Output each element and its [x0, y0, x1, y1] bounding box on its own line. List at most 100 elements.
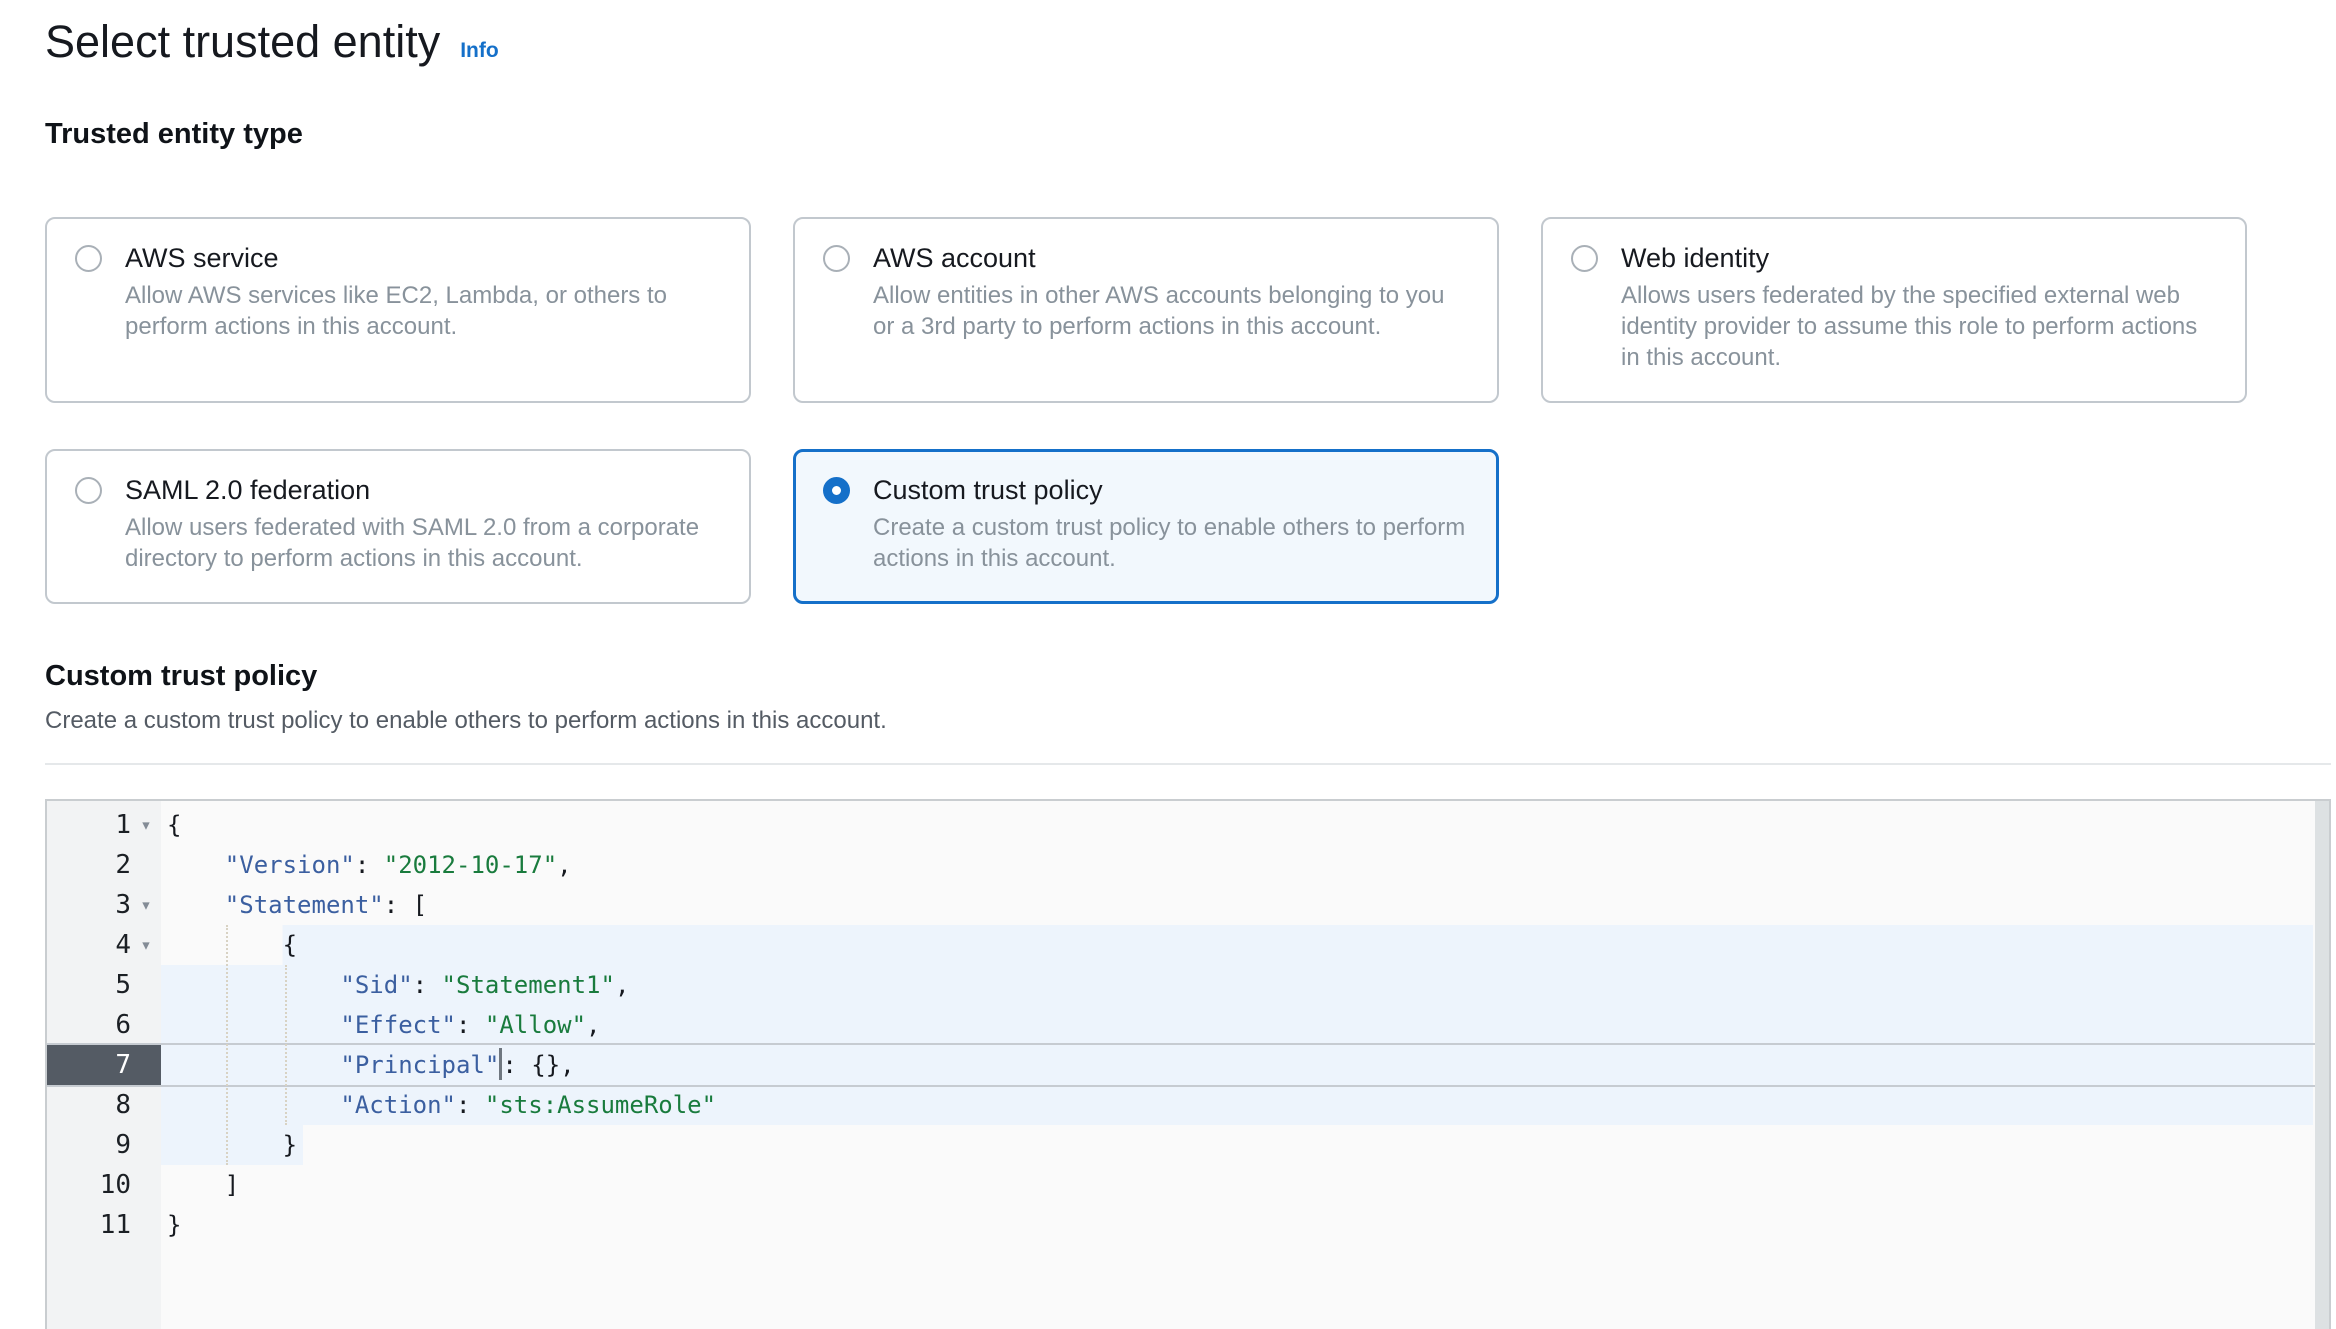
trusted-entity-type-heading: Trusted entity type: [45, 118, 2336, 151]
gutter-line-4: 4▾: [47, 925, 161, 965]
code-text: }: [161, 1125, 2313, 1165]
trusted-entity-card-saml-federation[interactable]: SAML 2.0 federation Allow users federate…: [45, 449, 751, 604]
trusted-entity-card-web-identity[interactable]: Web identity Allows users federated by t…: [1541, 217, 2247, 403]
code-text: {: [161, 805, 2313, 845]
json-string: "2012-10-17": [384, 851, 557, 879]
json-punctuation: :: [413, 971, 442, 999]
fold-toggle-icon[interactable]: ▾: [131, 805, 161, 845]
editor-line-10[interactable]: 10 ]: [47, 1165, 2329, 1205]
card-label: AWS service: [125, 243, 279, 274]
editor-line-7[interactable]: 7 "Principal": {},: [47, 1045, 2329, 1085]
trusted-entity-card-custom-trust-policy[interactable]: Custom trust policy Create a custom trus…: [793, 449, 1499, 604]
json-string: "sts:AssumeRole": [485, 1091, 716, 1119]
code-text: "Principal": {},: [161, 1045, 2313, 1085]
line-number: 3: [115, 885, 131, 925]
code-text: "Statement": [: [161, 885, 2313, 925]
editor-line-9[interactable]: 9 }: [47, 1125, 2329, 1165]
line-number: 2: [115, 845, 131, 885]
json-punctuation: ,: [615, 971, 629, 999]
code-text: "Action": "sts:AssumeRole": [161, 1085, 2313, 1125]
card-label: SAML 2.0 federation: [125, 475, 370, 506]
trusted-entity-card-aws-service[interactable]: AWS service Allow AWS services like EC2,…: [45, 217, 751, 403]
gutter-line-9: 9: [47, 1125, 161, 1165]
section-divider: [45, 763, 2331, 765]
editor-line-11[interactable]: 11}: [47, 1205, 2329, 1245]
json-punctuation: [167, 851, 225, 879]
card-label: Custom trust policy: [873, 475, 1103, 506]
json-punctuation: [167, 1051, 340, 1079]
card-description: Create a custom trust policy to enable o…: [873, 512, 1469, 574]
json-string: "Statement1": [442, 971, 615, 999]
fold-toggle-icon[interactable]: ▾: [131, 885, 161, 925]
json-punctuation: : {},: [502, 1051, 574, 1079]
card-head: Web identity: [1571, 243, 2217, 274]
fold-toggle-icon[interactable]: ▾: [131, 925, 161, 965]
json-key: "Effect": [340, 1011, 456, 1039]
json-punctuation: ,: [557, 851, 571, 879]
editor-line-1[interactable]: 1▾{: [47, 805, 2329, 845]
editor-line-8[interactable]: 8 "Action": "sts:AssumeRole": [47, 1085, 2329, 1125]
card-description: Allow users federated with SAML 2.0 from…: [125, 512, 721, 574]
json-punctuation: [167, 971, 340, 999]
line-number: 4: [115, 925, 131, 965]
json-punctuation: ,: [586, 1011, 600, 1039]
line-number: 11: [100, 1205, 131, 1245]
select-trusted-entity-page: Select trusted entity Info Trusted entit…: [45, 16, 2336, 1329]
gutter-line-11: 11: [47, 1205, 161, 1245]
json-string: "Allow": [485, 1011, 586, 1039]
radio-custom-trust-policy[interactable]: [823, 477, 850, 504]
custom-trust-policy-heading: Custom trust policy: [45, 660, 2336, 693]
json-key: "Sid": [340, 971, 412, 999]
gutter-line-6: 6: [47, 1005, 161, 1045]
trust-policy-code-editor[interactable]: 1▾{2 "Version": "2012-10-17",3▾ "Stateme…: [45, 799, 2331, 1329]
radio-aws-service[interactable]: [75, 245, 102, 272]
editor-line-6[interactable]: 6 "Effect": "Allow",: [47, 1005, 2329, 1045]
editor-line-3[interactable]: 3▾ "Statement": [: [47, 885, 2329, 925]
trusted-entity-card-aws-account[interactable]: AWS account Allow entities in other AWS …: [793, 217, 1499, 403]
card-description: Allows users federated by the specified …: [1621, 280, 2217, 373]
radio-web-identity[interactable]: [1571, 245, 1598, 272]
json-key: "Statement": [225, 891, 384, 919]
card-head: SAML 2.0 federation: [75, 475, 721, 506]
json-key: "Version": [225, 851, 355, 879]
trusted-entity-cards: AWS service Allow AWS services like EC2,…: [45, 217, 2336, 604]
radio-aws-account[interactable]: [823, 245, 850, 272]
code-lines: 1▾{2 "Version": "2012-10-17",3▾ "Stateme…: [47, 801, 2329, 1245]
line-number: 10: [100, 1165, 131, 1205]
card-description: Allow entities in other AWS accounts bel…: [873, 280, 1469, 342]
gutter-line-10: 10: [47, 1165, 161, 1205]
line-number: 8: [115, 1085, 131, 1125]
card-head: AWS service: [75, 243, 721, 274]
code-text: "Effect": "Allow",: [161, 1005, 2313, 1045]
json-punctuation: [167, 1011, 340, 1039]
line-number: 5: [115, 965, 131, 1005]
json-punctuation: [167, 891, 225, 919]
gutter-line-3: 3▾: [47, 885, 161, 925]
custom-trust-policy-description: Create a custom trust policy to enable o…: [45, 707, 2336, 735]
editor-line-4[interactable]: 4▾ {: [47, 925, 2329, 965]
editor-line-5[interactable]: 5 "Sid": "Statement1",: [47, 965, 2329, 1005]
json-punctuation: }: [167, 1211, 181, 1239]
radio-saml-federation[interactable]: [75, 477, 102, 504]
gutter-line-8: 8: [47, 1085, 161, 1125]
json-punctuation: :: [355, 851, 384, 879]
json-punctuation: :: [456, 1091, 485, 1119]
page-title: Select trusted entity: [45, 16, 440, 68]
gutter-line-5: 5: [47, 965, 161, 1005]
json-punctuation: [167, 1091, 340, 1119]
code-text: "Sid": "Statement1",: [161, 965, 2313, 1005]
info-link[interactable]: Info: [460, 39, 498, 63]
line-number: 1: [115, 805, 131, 845]
json-key: "Action": [340, 1091, 456, 1119]
card-head: Custom trust policy: [823, 475, 1469, 506]
json-key: "Principal": [340, 1051, 499, 1079]
json-punctuation: {: [167, 811, 181, 839]
code-text: {: [161, 925, 2313, 965]
code-text: "Version": "2012-10-17",: [161, 845, 2313, 885]
editor-scrollbar[interactable]: [2315, 801, 2329, 1329]
editor-line-2[interactable]: 2 "Version": "2012-10-17",: [47, 845, 2329, 885]
code-text: ]: [161, 1165, 2313, 1205]
gutter-line-1: 1▾: [47, 805, 161, 845]
gutter-line-7: 7: [47, 1045, 161, 1085]
line-number: 9: [115, 1125, 131, 1165]
